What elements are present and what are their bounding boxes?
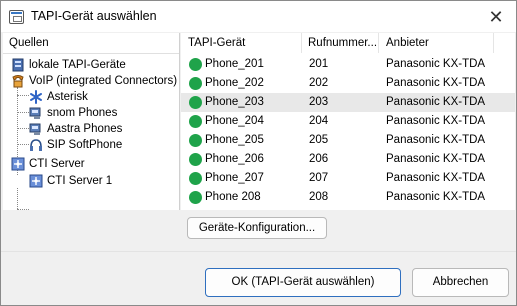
sources-header-label: Quellen xyxy=(9,37,49,49)
headset-icon xyxy=(30,139,42,151)
tree-line xyxy=(17,209,29,210)
device-provider-cell: Panasonic KX-TDA xyxy=(386,134,486,146)
asterisk-icon xyxy=(30,90,42,104)
device-number-cell: 201 xyxy=(309,58,329,70)
device-provider-cell: Panasonic KX-TDA xyxy=(386,172,486,184)
status-dot-icon xyxy=(189,153,202,166)
device-name-cell: Phone_205 xyxy=(205,134,264,146)
dialog-window: TAPI-Gerät auswählen ✕ Quellen lokale TA… xyxy=(0,0,517,306)
device-name-cell: Phone_207 xyxy=(205,172,264,184)
device-name-cell: Phone_201 xyxy=(205,58,264,70)
tree-item-label: Aastra Phones xyxy=(47,123,123,135)
footer-divider xyxy=(1,251,516,252)
table-row[interactable]: Phone_203 203 Panasonic KX-TDA xyxy=(181,93,515,112)
status-dot-icon xyxy=(189,191,202,204)
network-icon xyxy=(11,157,25,171)
device-provider-cell: Panasonic KX-TDA xyxy=(386,115,486,127)
table-row[interactable]: Phone_206 206 Panasonic KX-TDA xyxy=(181,150,515,169)
tree-item-label: SIP SoftPhone xyxy=(47,139,123,151)
table-row[interactable]: Phone_202 202 Panasonic KX-TDA xyxy=(181,74,515,93)
tree-item-label: lokale TAPI-Geräte xyxy=(29,59,126,71)
device-number-cell: 205 xyxy=(309,134,329,146)
device-list: TAPI-Gerät Rufnummer... Anbieter Phone_2… xyxy=(181,33,515,210)
status-dot-icon xyxy=(189,115,202,128)
title-bar: TAPI-Gerät auswählen ✕ xyxy=(1,1,516,32)
tree-line xyxy=(17,128,29,129)
device-name-cell: Phone_202 xyxy=(205,77,264,89)
window-title: TAPI-Gerät auswählen xyxy=(31,9,157,23)
device-number-cell: 207 xyxy=(309,172,329,184)
status-dot-icon xyxy=(189,172,202,185)
device-number-cell: 202 xyxy=(309,77,329,89)
column-header-provider[interactable]: Anbieter xyxy=(386,37,429,49)
tree-line xyxy=(17,95,29,96)
column-divider[interactable] xyxy=(378,33,379,53)
table-row[interactable]: Phone_204 204 Panasonic KX-TDA xyxy=(181,112,515,131)
voip-phone-icon xyxy=(12,75,24,88)
sources-tree-pane: Quellen lokale TAPI-Geräte VoIP (integra… xyxy=(3,33,180,210)
column-divider[interactable] xyxy=(493,33,494,53)
close-button[interactable]: ✕ xyxy=(480,4,512,30)
status-dot-icon xyxy=(189,58,202,71)
list-header: TAPI-Gerät Rufnummer... Anbieter xyxy=(181,33,515,53)
ok-button[interactable]: OK (TAPI-Gerät auswählen) xyxy=(205,268,401,297)
app-window-icon xyxy=(9,10,24,24)
table-row[interactable]: Phone_205 205 Panasonic KX-TDA xyxy=(181,131,515,150)
device-provider-cell: Panasonic KX-TDA xyxy=(386,77,486,89)
tree-line xyxy=(17,144,29,145)
device-name-cell: Phone_204 xyxy=(205,115,264,127)
device-provider-cell: Panasonic KX-TDA xyxy=(386,96,486,108)
device-number-cell: 206 xyxy=(309,153,329,165)
device-number-cell: 204 xyxy=(309,115,329,127)
tree-item-label: CTI Server 1 xyxy=(47,175,113,187)
sources-header: Quellen xyxy=(3,33,179,54)
device-provider-cell: Panasonic KX-TDA xyxy=(386,191,486,203)
device-name-cell: Phone_206 xyxy=(205,153,264,165)
tree-item-label: snom Phones xyxy=(47,107,118,119)
table-row[interactable]: Phone_207 207 Panasonic KX-TDA xyxy=(181,169,515,188)
tree-line xyxy=(17,188,18,209)
network-icon xyxy=(29,174,43,188)
device-config-button[interactable]: Geräte-Konfiguration... xyxy=(187,217,327,239)
device-name-cell: Phone 208 xyxy=(205,191,261,203)
device-provider-cell: Panasonic KX-TDA xyxy=(386,153,486,165)
tree-line xyxy=(17,112,29,113)
device-name-cell: Phone_203 xyxy=(205,96,264,108)
device-provider-cell: Panasonic KX-TDA xyxy=(386,58,486,70)
status-dot-icon xyxy=(189,96,202,109)
device-number-cell: 208 xyxy=(309,191,329,203)
table-row[interactable]: Phone 208 208 Panasonic KX-TDA xyxy=(181,188,515,207)
tree-item-label: VoIP (integrated Connectors) xyxy=(29,75,178,87)
column-divider[interactable] xyxy=(301,33,302,53)
column-header-number[interactable]: Rufnummer... xyxy=(308,37,377,49)
table-row[interactable]: Phone_201 201 Panasonic KX-TDA xyxy=(181,55,515,74)
status-dot-icon xyxy=(189,134,202,147)
column-header-device[interactable]: TAPI-Gerät xyxy=(188,37,245,49)
cancel-button[interactable]: Abbrechen xyxy=(412,268,509,297)
desk-phone-icon xyxy=(29,123,41,135)
device-number-cell: 203 xyxy=(309,96,329,108)
server-icon xyxy=(12,58,24,72)
tree-item-label: CTI Server xyxy=(29,158,85,170)
tree-item-label: Asterisk xyxy=(47,91,88,103)
status-dot-icon xyxy=(189,77,202,90)
desk-phone-icon xyxy=(29,107,41,119)
